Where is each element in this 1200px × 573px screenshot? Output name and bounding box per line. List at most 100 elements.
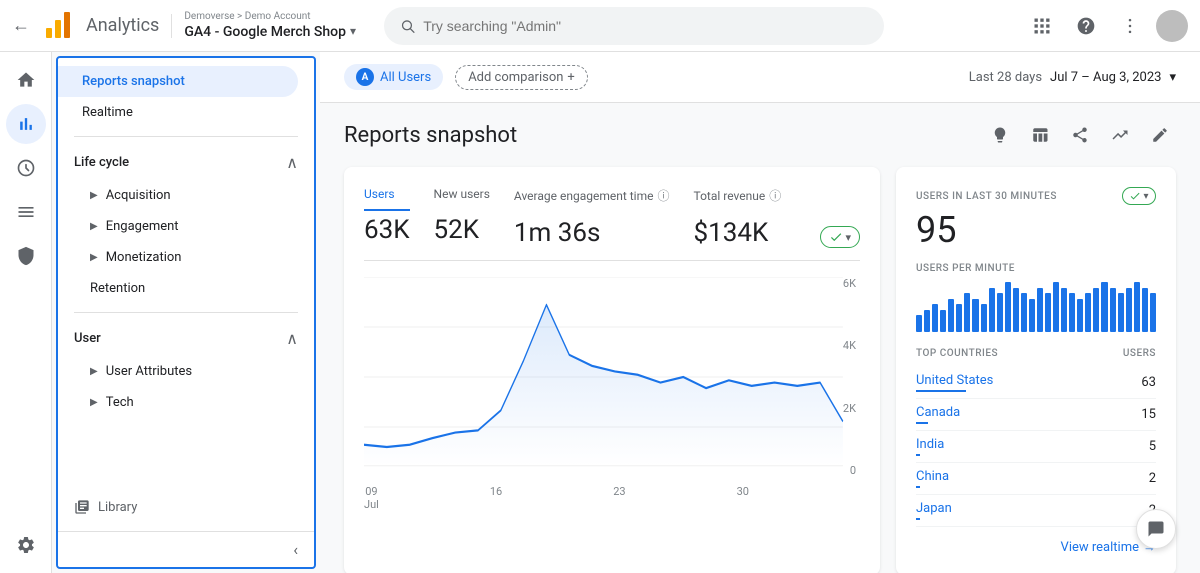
help-icon[interactable] (1068, 8, 1104, 44)
bar (1126, 288, 1132, 332)
rail-configure[interactable] (6, 236, 46, 276)
x-label-30: 30 (737, 485, 749, 511)
sidebar-item-realtime[interactable]: Realtime (58, 97, 298, 128)
rail-home[interactable] (6, 60, 46, 100)
revenue-info-icon[interactable]: ⓘ (769, 187, 781, 204)
analytics-logo (42, 10, 74, 42)
country-value: 2 (1149, 471, 1156, 486)
chat-button[interactable] (1136, 509, 1176, 549)
sidebar-library[interactable]: Library (58, 483, 314, 531)
realtime-check-dropdown[interactable]: ▾ (1122, 187, 1156, 205)
metrics-row: Users 63K New users 52K Average engageme… (364, 187, 860, 261)
search-bar[interactable] (384, 7, 884, 45)
content-area: Reports snapshot (320, 103, 1200, 573)
country-value: 63 (1141, 375, 1156, 390)
share-icon[interactable] (1064, 119, 1096, 151)
user-header[interactable]: User ∧ (58, 321, 314, 356)
bar (997, 293, 1003, 332)
bar (1013, 288, 1019, 332)
back-button[interactable]: ← (12, 15, 30, 36)
sidebar-item-retention[interactable]: Retention (58, 273, 298, 304)
x-label-16: 16 (490, 485, 502, 511)
country-bar (916, 518, 920, 520)
view-realtime-link[interactable]: View realtime → (916, 539, 1156, 555)
metric-new-users: New users 52K (434, 187, 490, 248)
back-icon[interactable]: ← (12, 15, 30, 36)
rail-advertising[interactable] (6, 192, 46, 232)
main-grid: Users 63K New users 52K Average engageme… (344, 167, 1176, 573)
divider (171, 14, 172, 38)
country-name: China (916, 469, 949, 488)
country-row: Canada15 (916, 399, 1156, 431)
chevron-right-icon: ▶ (90, 190, 98, 201)
page-title: Reports snapshot (344, 119, 1176, 151)
chevron-right-icon: ▶ (90, 221, 98, 232)
metric-dropdowns: ▾ (820, 187, 860, 248)
apps-icon[interactable] (1024, 8, 1060, 44)
topbar-actions (1024, 8, 1188, 44)
bar (1150, 293, 1156, 332)
country-bar (916, 486, 920, 488)
date-range[interactable]: Last 28 days Jul 7 – Aug 3, 2023 ▾ (969, 70, 1176, 85)
bar (1021, 293, 1027, 332)
sidebar-item-reports-snapshot[interactable]: Reports snapshot (58, 66, 298, 97)
sidebar-item-user-attributes[interactable]: ▶ User Attributes (58, 356, 298, 387)
search-input[interactable] (423, 18, 868, 34)
lightbulb-icon[interactable] (984, 119, 1016, 151)
line-chart: 6K 4K 2K 0 (364, 277, 860, 477)
layout: Reports snapshot Realtime Life cycle ∧ ▶… (0, 52, 1200, 573)
bar (924, 310, 930, 332)
bar (1134, 282, 1140, 332)
metric-users-value: 63K (364, 215, 410, 245)
title-actions (984, 119, 1176, 151)
metric-users-label: Users (364, 187, 410, 211)
sidebar-item-tech[interactable]: ▶ Tech (58, 387, 298, 418)
country-name: Canada (916, 405, 960, 424)
main-header: A All Users Add comparison + Last 28 day… (320, 52, 1200, 103)
sidebar-item-acquisition[interactable]: ▶ Acquisition (58, 180, 298, 211)
countries-header: Top Countries Users (916, 348, 1156, 359)
users-30min-label: Users in last 30 minutes ▾ (916, 187, 1156, 205)
main-metrics-card: Users 63K New users 52K Average engageme… (344, 167, 880, 573)
rail-settings[interactable] (6, 525, 46, 565)
bar (1005, 282, 1011, 332)
users-30min-value: 95 (916, 209, 1156, 251)
bar (1037, 288, 1043, 332)
edit-icon[interactable] (1144, 119, 1176, 151)
metric-revenue-value: $134K (694, 218, 782, 248)
metric-new-users-value: 52K (434, 215, 490, 245)
metric-users: Users 63K (364, 187, 410, 248)
account-name[interactable]: GA4 - Google Merch Shop ▾ (184, 23, 356, 41)
engagement-info-icon[interactable]: ⓘ (657, 187, 669, 204)
bar (989, 288, 995, 332)
country-bar (916, 422, 928, 424)
bar (1142, 288, 1148, 332)
bar (1093, 288, 1099, 332)
bar (981, 304, 987, 332)
sidebar-collapse[interactable]: ‹ (58, 531, 314, 567)
bar (1101, 282, 1107, 332)
metric-new-users-label: New users (434, 187, 490, 211)
chevron-right-icon2: ▶ (90, 366, 98, 377)
icon-rail (0, 52, 52, 573)
more-menu-icon[interactable] (1112, 8, 1148, 44)
table-icon[interactable] (1024, 119, 1056, 151)
rail-explore[interactable] (6, 148, 46, 188)
collapse-icon[interactable]: ‹ (293, 540, 298, 559)
lifecycle-header[interactable]: Life cycle ∧ (58, 145, 314, 180)
rail-reports[interactable] (6, 104, 46, 144)
chevron-right-icon: ▶ (90, 252, 98, 263)
sidebar-item-engagement[interactable]: ▶ Engagement (58, 211, 298, 242)
user-section: User ∧ ▶ User Attributes ▶ Tech (58, 313, 314, 426)
all-users-filter[interactable]: A All Users (344, 64, 443, 90)
avatar[interactable] (1156, 10, 1188, 42)
country-name: Japan (916, 501, 952, 520)
users-per-min-label: Users per minute (916, 263, 1156, 274)
metric-dropdown-check[interactable]: ▾ (820, 226, 860, 248)
trending-icon[interactable] (1104, 119, 1136, 151)
bar (948, 299, 954, 332)
metric-revenue: Total revenue ⓘ $134K (694, 187, 782, 248)
sidebar-item-monetization[interactable]: ▶ Monetization (58, 242, 298, 273)
chevron-right-icon3: ▶ (90, 397, 98, 408)
add-comparison-button[interactable]: Add comparison + (455, 65, 588, 90)
